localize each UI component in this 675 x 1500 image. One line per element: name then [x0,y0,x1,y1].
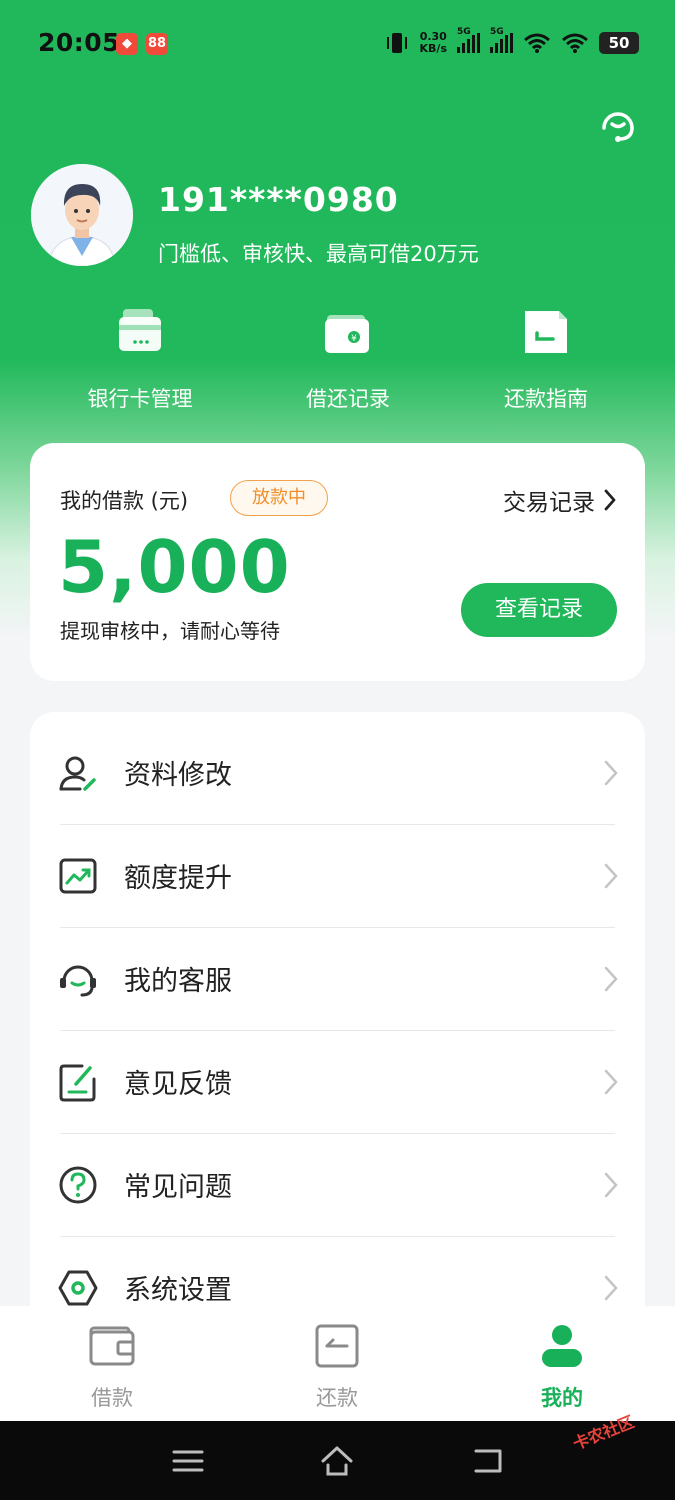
menu-item-limit-increase[interactable]: 额度提升 [30,825,645,928]
user-tab-icon [542,1325,582,1367]
tab-loan[interactable]: 借款 [52,1324,172,1412]
menu-item-label: 资料修改 [124,760,232,791]
chevron-right-icon [604,489,616,511]
status-time: 20:05 [38,28,121,57]
user-phone: 191****0980 [158,180,399,219]
trade-records-link[interactable]: 交易记录 [503,483,617,517]
menu-item-label: 意见反馈 [124,1069,232,1100]
shortcut-loan-records[interactable]: ¥ 借还记录 [248,305,448,413]
status-indicators: 0.30 KB/s 5G 5G 50 [384,27,639,56]
chevron-right-icon [604,1069,618,1095]
bottom-tab-bar: 借款 还款 我的 [0,1306,675,1421]
shortcut-label: 银行卡管理 [87,387,193,411]
back-icon[interactable] [470,1443,506,1479]
tab-repay[interactable]: 还款 [277,1324,397,1412]
view-records-button[interactable]: 查看记录 [461,583,617,637]
settings-hex-icon [58,1270,98,1306]
doctor-avatar-icon [31,164,133,266]
question-icon [59,1166,97,1204]
menu-item-feedback[interactable]: 意见反馈 [30,1031,645,1134]
avatar[interactable] [31,164,133,266]
repay-tab-icon [315,1324,359,1368]
menu-list: 资料修改 额度提升 我的客服 意见反馈 常见问题 系统设置 [30,712,645,1352]
chevron-right-icon [604,1172,618,1198]
user-edit-icon [59,756,96,791]
tab-label: 借款 [91,1386,133,1410]
headset-icon [60,965,96,997]
trade-records-label: 交易记录 [503,490,595,516]
customer-service-icon[interactable] [595,102,641,148]
feedback-edit-icon [59,1064,96,1102]
signal-icon: 5G [457,27,480,53]
menu-item-label: 系统设置 [124,1275,232,1306]
status-bar: 20:05 ◆ 88 0.30 KB/s 5G 5G 50 [0,0,675,88]
menu-item-faq[interactable]: 常见问题 [30,1134,645,1237]
menu-item-label: 我的客服 [124,966,232,997]
loan-card: 我的借款 (元) 放款中 交易记录 5,000 提现审核中，请耐心等待 查看记录 [30,443,645,681]
chevron-right-icon [604,966,618,992]
notification-app-icon-2: 88 [146,33,168,55]
profile-slogan: 门槛低、审核快、最高可借20万元 [158,242,479,266]
bank-card-icon [119,309,161,351]
wallet-icon: ¥ [325,315,369,353]
wallet-tab-icon [89,1326,135,1366]
menu-item-profile-edit[interactable]: 资料修改 [30,722,645,825]
net-speed: 0.30 KB/s [419,30,447,55]
wifi-icon-2 [562,33,588,53]
vibrate-icon [386,33,407,53]
home-icon[interactable] [319,1443,355,1479]
wifi-icon [524,33,550,53]
shortcut-repay-guide[interactable]: 还款指南 [446,305,646,413]
menu-item-label: 常见问题 [124,1172,232,1203]
trend-up-icon [59,858,97,894]
svg-text:¥: ¥ [351,334,357,344]
chevron-right-icon [604,1275,618,1301]
chevron-right-icon [604,863,618,889]
shortcut-label: 还款指南 [504,387,588,411]
loan-status-note: 提现审核中，请耐心等待 [60,619,280,643]
notification-app-icon: ◆ [116,33,138,55]
tab-mine[interactable]: 我的 [502,1324,622,1412]
menu-item-label: 额度提升 [124,863,232,894]
tab-label: 还款 [316,1386,358,1410]
loan-amount: 5,000 [58,525,291,609]
chevron-right-icon [604,760,618,786]
shortcut-label: 借还记录 [306,387,390,411]
menu-icon[interactable] [170,1443,206,1479]
status-badge: 放款中 [230,480,328,516]
battery-indicator: 50 [599,32,639,54]
menu-item-customer-service[interactable]: 我的客服 [30,928,645,1031]
guide-icon [525,311,567,353]
loan-title: 我的借款 (元) [60,489,189,513]
shortcut-bank-card[interactable]: 银行卡管理 [40,305,240,413]
signal-icon-2: 5G [490,27,513,53]
tab-label: 我的 [541,1386,583,1410]
